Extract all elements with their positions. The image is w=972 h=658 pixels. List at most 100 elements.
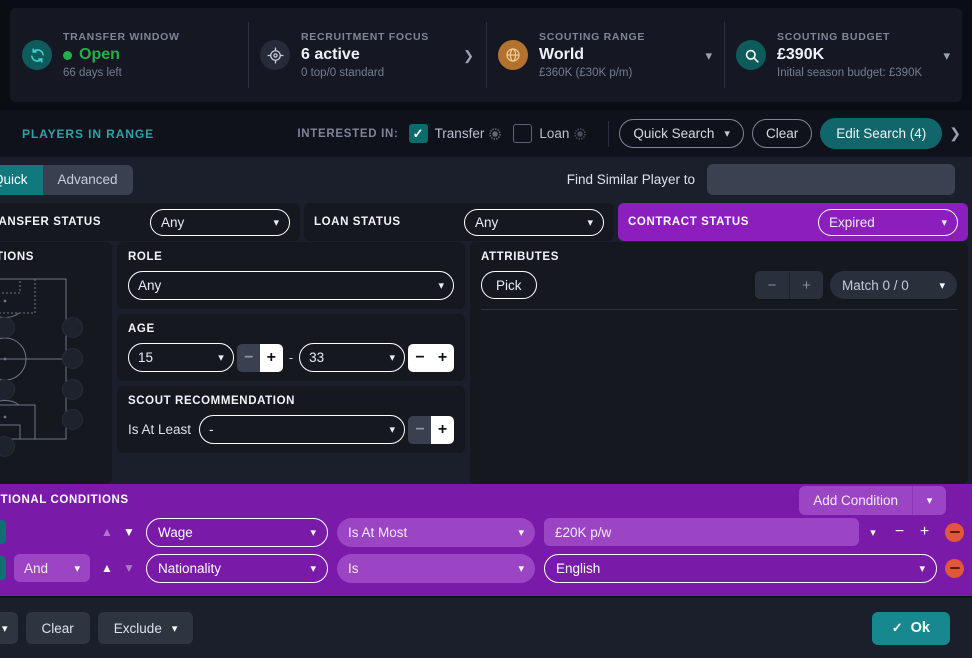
move-down-icon[interactable]: ▼: [118, 526, 140, 538]
attributes-pick-button[interactable]: Pick: [481, 271, 537, 299]
chevron-down-icon: ▾: [919, 562, 925, 575]
loan-filter-group[interactable]: Loan: [513, 124, 587, 143]
condition-joiner-select[interactable]: And ▾: [14, 554, 90, 582]
condition-value-text: English: [556, 560, 601, 576]
chevron-down-icon: ▾: [273, 216, 279, 229]
scout-stepper: − +: [408, 415, 454, 444]
chevron-down-icon[interactable]: ▾: [943, 49, 950, 62]
scout-increment-button[interactable]: +: [431, 415, 454, 444]
condition-value-select[interactable]: English ▾: [544, 553, 937, 583]
age-max-increment-button[interactable]: +: [431, 343, 454, 372]
stat-label: RECRUITMENT FOCUS: [301, 31, 429, 43]
chevron-right-icon[interactable]: ❯: [463, 49, 474, 62]
pick-label: Pick: [496, 277, 522, 293]
age-title: AGE: [128, 323, 155, 335]
attributes-panel: ATTRIBUTES Pick − + Match 0 / 0 ▾: [470, 242, 968, 484]
stat-transfer-window[interactable]: TRANSFER WINDOW Open 66 days left: [10, 8, 248, 102]
contract-status-select[interactable]: Expired ▾: [818, 208, 958, 236]
condition-row: And ▾ ▲ ▼ Nationality ▾ Is ▾ English ▾: [0, 552, 972, 584]
chevron-down-icon[interactable]: ▾: [705, 49, 712, 62]
find-similar-player-input[interactable]: [707, 164, 955, 195]
positions-title: POSITIONS: [0, 251, 35, 263]
chevron-down-icon: ▾: [389, 352, 395, 364]
exclude-dropdown[interactable]: Exclude ▾: [97, 612, 194, 644]
criteria-column: ROLE Any ▾ AGE 15 ▾ − + - 33 ▾ − + SCOUT…: [117, 242, 465, 484]
condition-decrement-button[interactable]: −: [887, 523, 912, 541]
condition-joiner-label: And: [24, 560, 49, 576]
chevron-down-icon: ▾: [389, 424, 395, 436]
condition-operator-value: Is At Most: [348, 524, 408, 540]
clear-search-button[interactable]: Clear: [751, 119, 813, 148]
check-icon: ✓: [891, 620, 903, 635]
search-filters-body: POSITIONS: [0, 242, 972, 484]
transfer-status-select[interactable]: Any ▾: [150, 208, 290, 236]
age-max-select[interactable]: 33 ▾: [299, 343, 405, 372]
age-max-decrement-button[interactable]: −: [408, 343, 431, 372]
tab-advanced[interactable]: Advanced: [43, 165, 133, 195]
loan-status-label: LOAN STATUS: [314, 216, 401, 228]
role-select[interactable]: Any ▾: [128, 271, 454, 300]
stat-scouting-range[interactable]: SCOUTING RANGE World £360K (£30K p/m) ▾: [486, 8, 724, 102]
age-min-stepper: − +: [236, 343, 283, 372]
attributes-match-select[interactable]: Match 0 / 0 ▾: [830, 271, 957, 299]
chevron-down-icon[interactable]: ▾: [859, 526, 887, 539]
ok-label: Ok: [910, 620, 930, 636]
transfer-status-group: TRANSFER STATUS Any ▾: [0, 203, 300, 241]
chevron-down-icon: ▾: [310, 562, 316, 575]
chevron-down-icon: ▾: [218, 352, 224, 364]
contract-status-value: Expired: [829, 214, 875, 230]
condition-operator-select[interactable]: Is At Most ▾: [337, 517, 535, 547]
gear-icon[interactable]: [489, 127, 502, 140]
stat-scouting-budget[interactable]: SCOUTING BUDGET £390K Initial season bud…: [724, 8, 962, 102]
remove-condition-button[interactable]: [945, 558, 964, 578]
move-down-icon: ▼: [123, 561, 135, 575]
chevron-down-icon: ▾: [74, 562, 80, 575]
chevron-right-icon[interactable]: ❯: [942, 125, 970, 142]
pitch-diagram[interactable]: [0, 271, 94, 457]
move-up-icon[interactable]: ▲: [96, 562, 118, 574]
attributes-row: Pick − + Match 0 / 0 ▾: [481, 271, 957, 299]
condition-operator-value: Is: [348, 560, 359, 576]
loan-status-select[interactable]: Any ▾: [464, 208, 604, 236]
transfer-checkbox-label: Transfer: [434, 126, 485, 141]
age-min-increment-button[interactable]: +: [259, 343, 283, 372]
condition-operator-select[interactable]: Is ▾: [337, 553, 535, 583]
target-icon: [260, 40, 290, 70]
condition-field-select[interactable]: Wage ▾: [146, 517, 328, 547]
player-search-screen: TRANSFER WINDOW Open 66 days left RECRUI…: [0, 0, 972, 658]
transfer-checkbox[interactable]: ✓: [408, 124, 428, 143]
clear-label: Clear: [41, 620, 74, 636]
condition-value-field[interactable]: £20K p/w: [544, 518, 859, 546]
players-in-range-toolbar: PLAYERS IN RANGE INTERESTED IN: ✓ Transf…: [0, 110, 972, 157]
chevron-down-icon[interactable]: ▾: [912, 485, 946, 515]
interested-in-label: INTERESTED IN:: [297, 127, 399, 140]
condition-increment-button[interactable]: +: [912, 523, 937, 541]
age-min-select[interactable]: 15 ▾: [128, 343, 234, 372]
attributes-title: ATTRIBUTES: [481, 251, 559, 263]
add-condition-button[interactable]: Add Condition ▾: [799, 485, 946, 515]
quick-search-dropdown[interactable]: Quick Search ▾: [619, 119, 744, 148]
search-mode-tabrow: Quick Advanced Find Similar Player to: [0, 157, 972, 202]
position-node[interactable]: [62, 379, 83, 400]
position-node[interactable]: [0, 436, 15, 457]
condition-field-select[interactable]: Nationality ▾: [146, 553, 328, 583]
stat-sub: £360K (£30K p/m): [539, 67, 633, 79]
ok-button[interactable]: ✓ Ok: [871, 611, 950, 645]
gear-icon[interactable]: [574, 127, 587, 140]
position-node[interactable]: [62, 409, 83, 430]
edit-search-button[interactable]: Edit Search (4): [820, 118, 943, 149]
refresh-icon: [22, 40, 52, 70]
search-mode-tabs: Quick Advanced: [0, 164, 133, 195]
position-node[interactable]: [62, 348, 83, 369]
bottom-left-dropdown[interactable]: ▾: [0, 612, 18, 644]
transfer-filter-group[interactable]: ✓ Transfer: [408, 124, 502, 143]
position-node[interactable]: [62, 317, 83, 338]
tab-quick[interactable]: Quick: [0, 164, 43, 195]
remove-condition-button[interactable]: [945, 522, 964, 542]
loan-checkbox[interactable]: [513, 124, 533, 143]
attributes-match-label: Match 0 / 0: [842, 277, 909, 293]
clear-button[interactable]: Clear: [25, 612, 90, 644]
additional-conditions-title: ADDITIONAL CONDITIONS: [0, 494, 129, 506]
stat-recruitment-focus[interactable]: RECRUITMENT FOCUS 6 active 0 top/0 stand…: [248, 8, 486, 102]
scout-recommendation-select[interactable]: - ▾: [199, 415, 405, 444]
